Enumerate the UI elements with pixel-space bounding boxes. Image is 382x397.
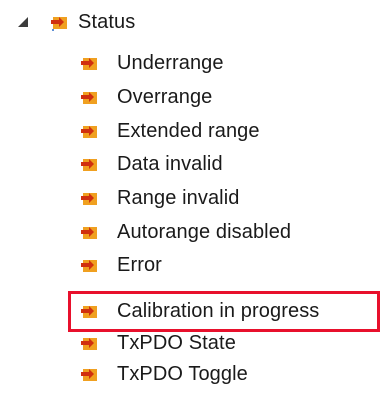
tree-node-range-invalid[interactable]: Range invalid bbox=[80, 183, 240, 213]
variable-input-icon bbox=[80, 53, 100, 73]
io-variable-tree: Status Underrange Overrange Extended ran… bbox=[0, 0, 382, 397]
variable-input-icon bbox=[80, 301, 100, 321]
tree-node-label: TxPDO State bbox=[117, 332, 236, 354]
variable-input-icon bbox=[50, 12, 70, 32]
tree-node-overrange[interactable]: Overrange bbox=[80, 82, 212, 112]
tree-node-data-invalid[interactable]: Data invalid bbox=[80, 149, 223, 179]
variable-input-icon bbox=[80, 154, 100, 174]
tree-node-error[interactable]: Error bbox=[80, 250, 162, 280]
tree-node-txpdo-toggle[interactable]: TxPDO Toggle bbox=[80, 359, 248, 389]
tree-node-calibration-in-progress[interactable]: Calibration in progress bbox=[80, 296, 319, 326]
variable-input-icon bbox=[80, 255, 100, 275]
tree-node-txpdo-state[interactable]: TxPDO State bbox=[80, 328, 236, 358]
variable-input-icon bbox=[80, 222, 100, 242]
variable-input-icon bbox=[80, 364, 100, 384]
collapse-triangle-icon[interactable] bbox=[14, 12, 34, 32]
variable-input-icon bbox=[80, 87, 100, 107]
tree-node-label: Range invalid bbox=[117, 187, 240, 209]
tree-node-underrange[interactable]: Underrange bbox=[80, 48, 224, 78]
variable-input-icon bbox=[80, 121, 100, 141]
tree-node-label: Overrange bbox=[117, 86, 213, 108]
variable-input-icon bbox=[80, 333, 100, 353]
tree-node-label: Data invalid bbox=[117, 153, 223, 175]
tree-node-label: TxPDO Toggle bbox=[117, 363, 248, 385]
tree-node-label: Extended range bbox=[117, 120, 260, 142]
tree-node-label: Status bbox=[78, 11, 136, 33]
tree-node-label: Underrange bbox=[117, 52, 224, 74]
tree-node-extended-range[interactable]: Extended range bbox=[80, 116, 260, 146]
tree-node-label: Autorange disabled bbox=[117, 221, 292, 243]
tree-node-label: Error bbox=[117, 254, 162, 276]
variable-input-icon bbox=[80, 188, 100, 208]
tree-node-label: Calibration in progress bbox=[117, 300, 320, 322]
tree-node-status[interactable]: Status bbox=[14, 7, 135, 37]
tree-node-autorange-disabled[interactable]: Autorange disabled bbox=[80, 217, 291, 247]
